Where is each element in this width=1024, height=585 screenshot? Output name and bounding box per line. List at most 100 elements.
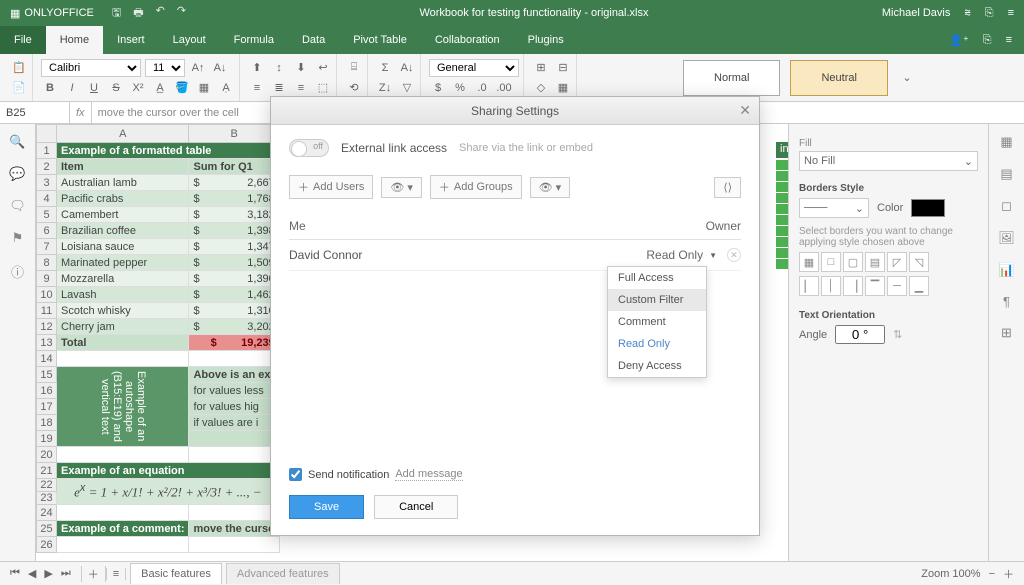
align-bottom-icon[interactable]: ⬇ (292, 59, 310, 77)
text-settings-icon[interactable]: ¶ (1003, 294, 1010, 309)
perm-option-comment[interactable]: Comment (608, 311, 706, 333)
perm-option-deny-access[interactable]: Deny Access (608, 355, 706, 377)
comments-icon[interactable]: 💬 (9, 166, 25, 182)
sheet-tab-basic[interactable]: Basic features (130, 563, 222, 584)
underline-icon[interactable]: U (85, 79, 103, 97)
merge-cells-icon[interactable]: ⬚ (314, 79, 332, 97)
menu-data[interactable]: Data (288, 26, 339, 54)
zoom-out-icon[interactable]: − (989, 568, 995, 580)
delete-cells-icon[interactable]: ⊟ (554, 59, 572, 77)
remove-user-icon[interactable]: ✕ (727, 248, 741, 262)
goto-docs-icon[interactable]: ⎘ (983, 34, 992, 47)
fill-color-icon[interactable]: 🪣 (173, 79, 191, 97)
border-diag2-icon[interactable]: ◹ (909, 252, 929, 272)
fx-icon[interactable]: fx (70, 102, 92, 123)
orientation-icon[interactable]: ⟲ (345, 79, 363, 97)
bold-icon[interactable]: B (41, 79, 59, 97)
super-sub-icon[interactable]: X² (129, 79, 147, 97)
sheet-first-icon[interactable]: ⏮ (10, 567, 20, 580)
sheet-prev-icon[interactable]: ◀ (28, 567, 36, 580)
increase-font-icon[interactable]: A↑ (189, 59, 207, 77)
italic-icon[interactable]: I (63, 79, 81, 97)
about-icon[interactable]: ⓘ (11, 262, 24, 281)
sort-desc-icon[interactable]: Z↓ (376, 79, 394, 97)
undo-icon[interactable]: ↶ (156, 4, 165, 23)
copy-icon[interactable]: 📋 (10, 59, 28, 77)
align-right-icon[interactable]: ≡ (292, 79, 310, 97)
hamburger-icon[interactable]: ≡ (1006, 34, 1012, 46)
share-users-icon[interactable]: ⩬ (964, 7, 970, 20)
align-middle-icon[interactable]: ↕ (270, 59, 288, 77)
shape-settings-icon[interactable]: ◻ (1001, 198, 1012, 214)
border-left-icon[interactable]: ▏ (799, 276, 819, 296)
user-permission-select[interactable]: Read Only▼ (646, 248, 717, 262)
fill-select[interactable]: No Fill⌄ (799, 151, 978, 171)
add-message-link[interactable]: Add message (395, 468, 462, 481)
menu-formula[interactable]: Formula (220, 26, 288, 54)
menu-plugins[interactable]: Plugins (514, 26, 578, 54)
format-table-icon[interactable]: ▦ (554, 79, 572, 97)
close-icon[interactable]: ✕ (739, 102, 751, 119)
font-family-select[interactable]: Calibri (41, 59, 141, 77)
perm-option-full-access[interactable]: Full Access (608, 267, 706, 289)
equation-cell[interactable]: ex = 1 + x/1! + x²/2! + x³/3! + ..., − (57, 479, 280, 505)
add-groups-perm-select[interactable]: 👁 ▾ (530, 177, 571, 198)
border-outer-icon[interactable]: ▢ (843, 252, 863, 272)
row-header[interactable]: 1 (37, 143, 57, 159)
border-vert-icon[interactable]: │ (821, 276, 841, 296)
clear-icon[interactable]: ◇ (532, 79, 550, 97)
dec-decrease-icon[interactable]: .0 (473, 79, 491, 97)
cell-style-normal[interactable]: Normal (683, 60, 780, 96)
border-color-swatch[interactable] (911, 199, 945, 217)
border-none-icon[interactable]: □ (821, 252, 841, 272)
filter-icon[interactable]: ▽ (398, 79, 416, 97)
percent-icon[interactable]: % (451, 79, 469, 97)
border-horz-icon[interactable]: ─ (887, 276, 907, 296)
insert-function-icon[interactable]: Σ (376, 59, 394, 77)
angle-stepper-icon[interactable]: ⇅ (893, 328, 902, 341)
menu-home[interactable]: Home (46, 26, 103, 54)
pivot-settings-icon[interactable]: ⊞ (1001, 325, 1012, 341)
border-right-icon[interactable]: ▕ (843, 276, 863, 296)
table-settings-icon[interactable]: ▤ (1000, 166, 1012, 182)
open-location-icon[interactable]: ⎘ (985, 7, 994, 20)
image-settings-icon[interactable]: 🖼 (998, 230, 1015, 246)
dec-increase-icon[interactable]: .00 (495, 79, 513, 97)
border-diag1-icon[interactable]: ◸ (887, 252, 907, 272)
menu-layout[interactable]: Layout (159, 26, 220, 54)
send-notification-checkbox[interactable] (289, 468, 302, 481)
cell-settings-icon[interactable]: ▦ (1000, 134, 1012, 150)
paste-icon[interactable]: 📄 (10, 79, 28, 97)
named-range-icon[interactable]: ⌸ (345, 59, 363, 77)
number-format-select[interactable]: General (429, 59, 519, 77)
borders-icon[interactable]: ▦ (195, 79, 213, 97)
font-size-select[interactable]: 11 (145, 59, 185, 77)
decrease-font-icon[interactable]: A↓ (211, 59, 229, 77)
border-all-icon[interactable]: ▦ (799, 252, 819, 272)
add-sheet-icon[interactable]: ＋ (81, 566, 106, 582)
add-groups-button[interactable]: ＋ Add Groups (430, 175, 522, 199)
zoom-in-icon[interactable]: ＋ (1003, 566, 1014, 582)
angle-input[interactable] (835, 325, 885, 344)
align-left-icon[interactable]: ≡ (248, 79, 266, 97)
perm-option-read-only[interactable]: Read Only (608, 333, 706, 355)
chat-icon[interactable]: 🗨 (9, 198, 26, 214)
perm-option-custom-filter[interactable]: Custom Filter (608, 289, 706, 311)
search-icon[interactable]: 🔍 (9, 134, 25, 150)
save-icon[interactable]: 🖫 (112, 4, 121, 23)
save-button[interactable]: Save (289, 495, 364, 519)
sort-asc-icon[interactable]: A↓ (398, 59, 416, 77)
sheet-list-icon[interactable]: ≡ (106, 568, 126, 580)
align-center-icon[interactable]: ≣ (270, 79, 288, 97)
external-link-toggle[interactable] (289, 139, 329, 157)
chart-settings-icon[interactable]: 📊 (998, 262, 1014, 278)
align-top-icon[interactable]: ⬆ (248, 59, 266, 77)
autoshape-cell[interactable]: Example of an autoshape (B15:E19) and ve… (57, 367, 189, 447)
feedback-icon[interactable]: ⚑ (12, 230, 24, 246)
strike-icon[interactable]: S (107, 79, 125, 97)
wrap-text-icon[interactable]: ↩ (314, 59, 332, 77)
add-user-icon[interactable]: 👤⁺ (949, 34, 969, 47)
add-users-perm-select[interactable]: 👁 ▾ (381, 177, 422, 198)
border-top-icon[interactable]: ▔ (865, 276, 885, 296)
currency-icon[interactable]: $ (429, 79, 447, 97)
